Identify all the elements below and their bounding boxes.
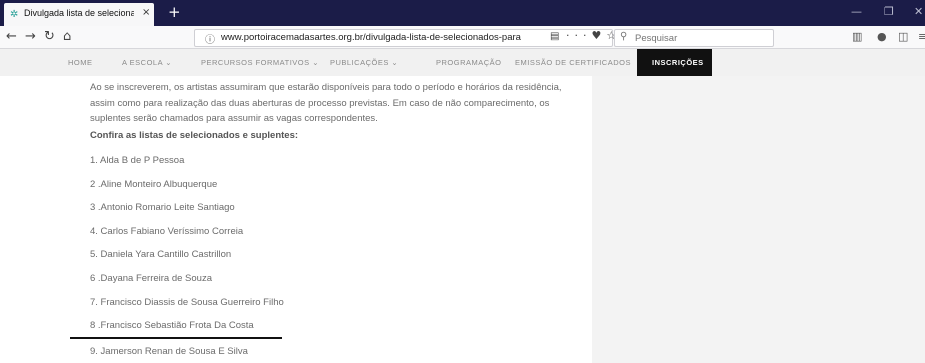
overflow-menu-icon[interactable]: ··· [566,29,592,42]
page-actions: ···♥☆ [566,29,621,42]
close-window-icon[interactable]: ✕ [914,5,923,18]
sidebar-panel [592,76,925,363]
address-bar[interactable]: ⓘ www.portoiracemadasartes.org.br/divulg… [194,29,613,47]
list-item: 9. Jamerson Renan de Sousa E Silva [90,346,248,357]
browser-tab[interactable]: ✲ Divulgada lista de selecionado: × [4,3,154,26]
pocket-icon[interactable]: ♥ [592,29,607,42]
nav-home[interactable]: HOME [68,58,93,67]
nav-a-escola[interactable]: A ESCOLA ⌄ [122,58,172,67]
minimize-icon[interactable]: — [851,5,862,18]
list-item: 4. Carlos Fabiano Veríssimo Correia [90,226,244,237]
list-item: 2 .Aline Monteiro Albuquerque [90,179,218,190]
site-favicon-icon: ✲ [10,9,19,20]
browser-toolbar: ← → ↻ ⌂ ⓘ www.portoiracemadasartes.org.b… [0,26,925,49]
reader-view-icon[interactable]: ▤ [550,31,559,42]
sidebar-icon[interactable]: ◫ [898,30,908,43]
list-item: 8 .Francisco Sebastião Frota Da Costa [90,320,254,331]
home-icon[interactable]: ⌂ [63,29,71,44]
site-navigation: HOME A ESCOLA ⌄ PERCURSOS FORMATIVOS ⌄ P… [0,49,925,76]
search-icon: ⚲ [620,31,628,42]
maximize-icon[interactable]: ❐ [884,5,894,18]
highlight-underline [70,337,282,339]
left-margin [0,76,62,363]
search-input[interactable] [635,31,765,45]
tab-title: Divulgada lista de selecionado: [24,8,134,18]
library-icon[interactable]: ▥ [852,30,862,43]
list-heading: Confira as listas de selecionados e supl… [90,130,299,141]
list-item: 1. Alda B de P Pessoa [90,155,185,166]
url-text[interactable]: www.portoiracemadasartes.org.br/divulgad… [221,32,521,43]
menu-icon[interactable]: ≡ [918,30,925,43]
close-tab-icon[interactable]: × [142,7,150,18]
site-info-icon[interactable]: ⓘ [205,31,215,46]
nav-percursos-formativos[interactable]: PERCURSOS FORMATIVOS ⌄ [201,58,319,67]
nav-emissao-certificados[interactable]: EMISSÃO DE CERTIFICADOS [515,58,631,67]
browser-tab-bar: ✲ Divulgada lista de selecionado: × + — … [0,0,925,26]
list-item: 3 .Antonio Romario Leite Santiago [90,202,235,213]
nav-publicacoes[interactable]: PUBLICAÇÕES ⌄ [330,58,398,67]
nav-inscricoes[interactable]: INSCRIÇÕES [637,49,712,76]
list-item: 7. Francisco Diassis de Sousa Guerreiro … [90,297,284,308]
article-content: Ao se inscreverem, os artistas assumiram… [62,76,592,363]
search-box[interactable]: ⚲ [614,29,774,47]
forward-icon[interactable]: → [25,29,36,44]
intro-paragraph: Ao se inscreverem, os artistas assumiram… [90,82,562,124]
nav-programacao[interactable]: PROGRAMAÇÃO [436,58,502,67]
back-icon[interactable]: ← [6,29,17,44]
list-item: 5. Daniela Yara Cantillo Castrillon [90,249,232,260]
reload-icon[interactable]: ↻ [44,29,55,44]
nav-inscricoes-label: INSCRIÇÕES [652,58,704,67]
new-tab-button[interactable]: + [168,3,181,21]
list-item: 6 .Dayana Ferreira de Souza [90,273,212,284]
addon-icon[interactable]: ● [877,30,887,43]
